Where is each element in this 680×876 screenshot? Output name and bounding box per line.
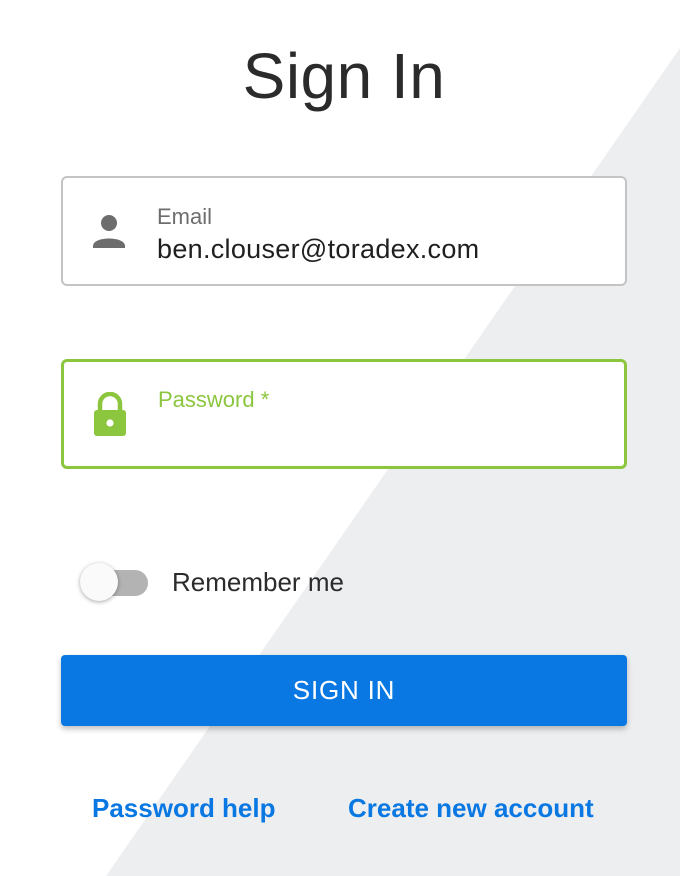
- create-account-link[interactable]: Create new account: [348, 792, 594, 824]
- page-title: Sign In: [242, 40, 446, 112]
- lock-icon: [92, 391, 128, 436]
- person-icon: [91, 212, 127, 252]
- password-field[interactable]: Password *: [61, 359, 627, 469]
- toggle-thumb[interactable]: [80, 563, 118, 601]
- password-help-link[interactable]: Password help: [92, 792, 276, 824]
- password-field-label: Password *: [158, 387, 270, 412]
- email-field-value[interactable]: ben.clouser@toradex.com: [157, 233, 479, 265]
- password-input[interactable]: [158, 419, 602, 453]
- sign-in-button[interactable]: SIGN IN: [61, 655, 627, 726]
- remember-me-toggle[interactable]: [80, 563, 152, 603]
- sign-in-page: Sign In Email ben.clouser@toradex.com Pa…: [0, 0, 680, 876]
- email-field[interactable]: Email ben.clouser@toradex.com: [61, 176, 627, 286]
- remember-me-label[interactable]: Remember me: [172, 566, 344, 598]
- email-field-label: Email: [157, 204, 213, 229]
